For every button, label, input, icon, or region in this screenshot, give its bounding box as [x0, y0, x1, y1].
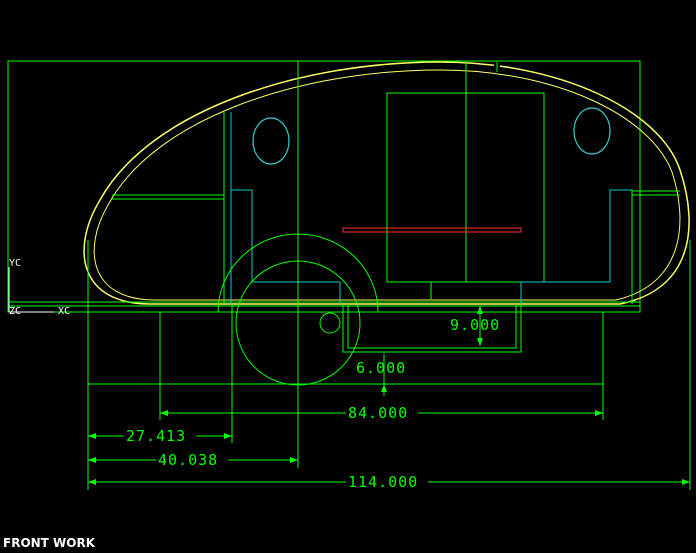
- dim-84-label: 84.000: [348, 404, 408, 422]
- dim-27-label: 27.413: [126, 427, 186, 445]
- wheel-hub: [319, 312, 341, 334]
- dim-84-arrow-right: [595, 410, 603, 416]
- dim-27-arrow-left: [88, 433, 96, 439]
- bed-mattress: [342, 227, 522, 233]
- dim-6-label: 6.000: [356, 359, 406, 377]
- dim-84-arrow-left: [160, 410, 168, 416]
- dim-114-label: 114.000: [348, 473, 418, 491]
- dim-114-arrow-right: [682, 479, 690, 485]
- part-bounding-box: [7, 60, 641, 313]
- dim-114-arrow-left: [88, 479, 96, 485]
- cad-drawing-canvas[interactable]: YC ZC XC 9.000 6.000 84.000 27.413 40.03…: [0, 0, 696, 553]
- dim-40-label: 40.038: [158, 451, 218, 469]
- rear-cabinet: [520, 189, 633, 304]
- dim-9-arrow-top: [477, 306, 483, 314]
- view-name-label: FRONT WORK: [3, 536, 96, 550]
- dim-9-arrow-bottom: [477, 338, 483, 346]
- dim-40-arrow-right: [290, 457, 298, 463]
- zc-axis-label: ZC: [9, 306, 21, 317]
- rear-window: [573, 107, 611, 155]
- yc-axis-label: YC: [9, 258, 21, 269]
- dim-9-label: 9.000: [450, 316, 500, 334]
- front-window: [252, 117, 290, 165]
- xc-axis-label: XC: [58, 306, 70, 317]
- dim-6-arrow: [381, 384, 387, 392]
- dim-27-arrow-right: [224, 433, 232, 439]
- dim-40-arrow-left: [88, 457, 96, 463]
